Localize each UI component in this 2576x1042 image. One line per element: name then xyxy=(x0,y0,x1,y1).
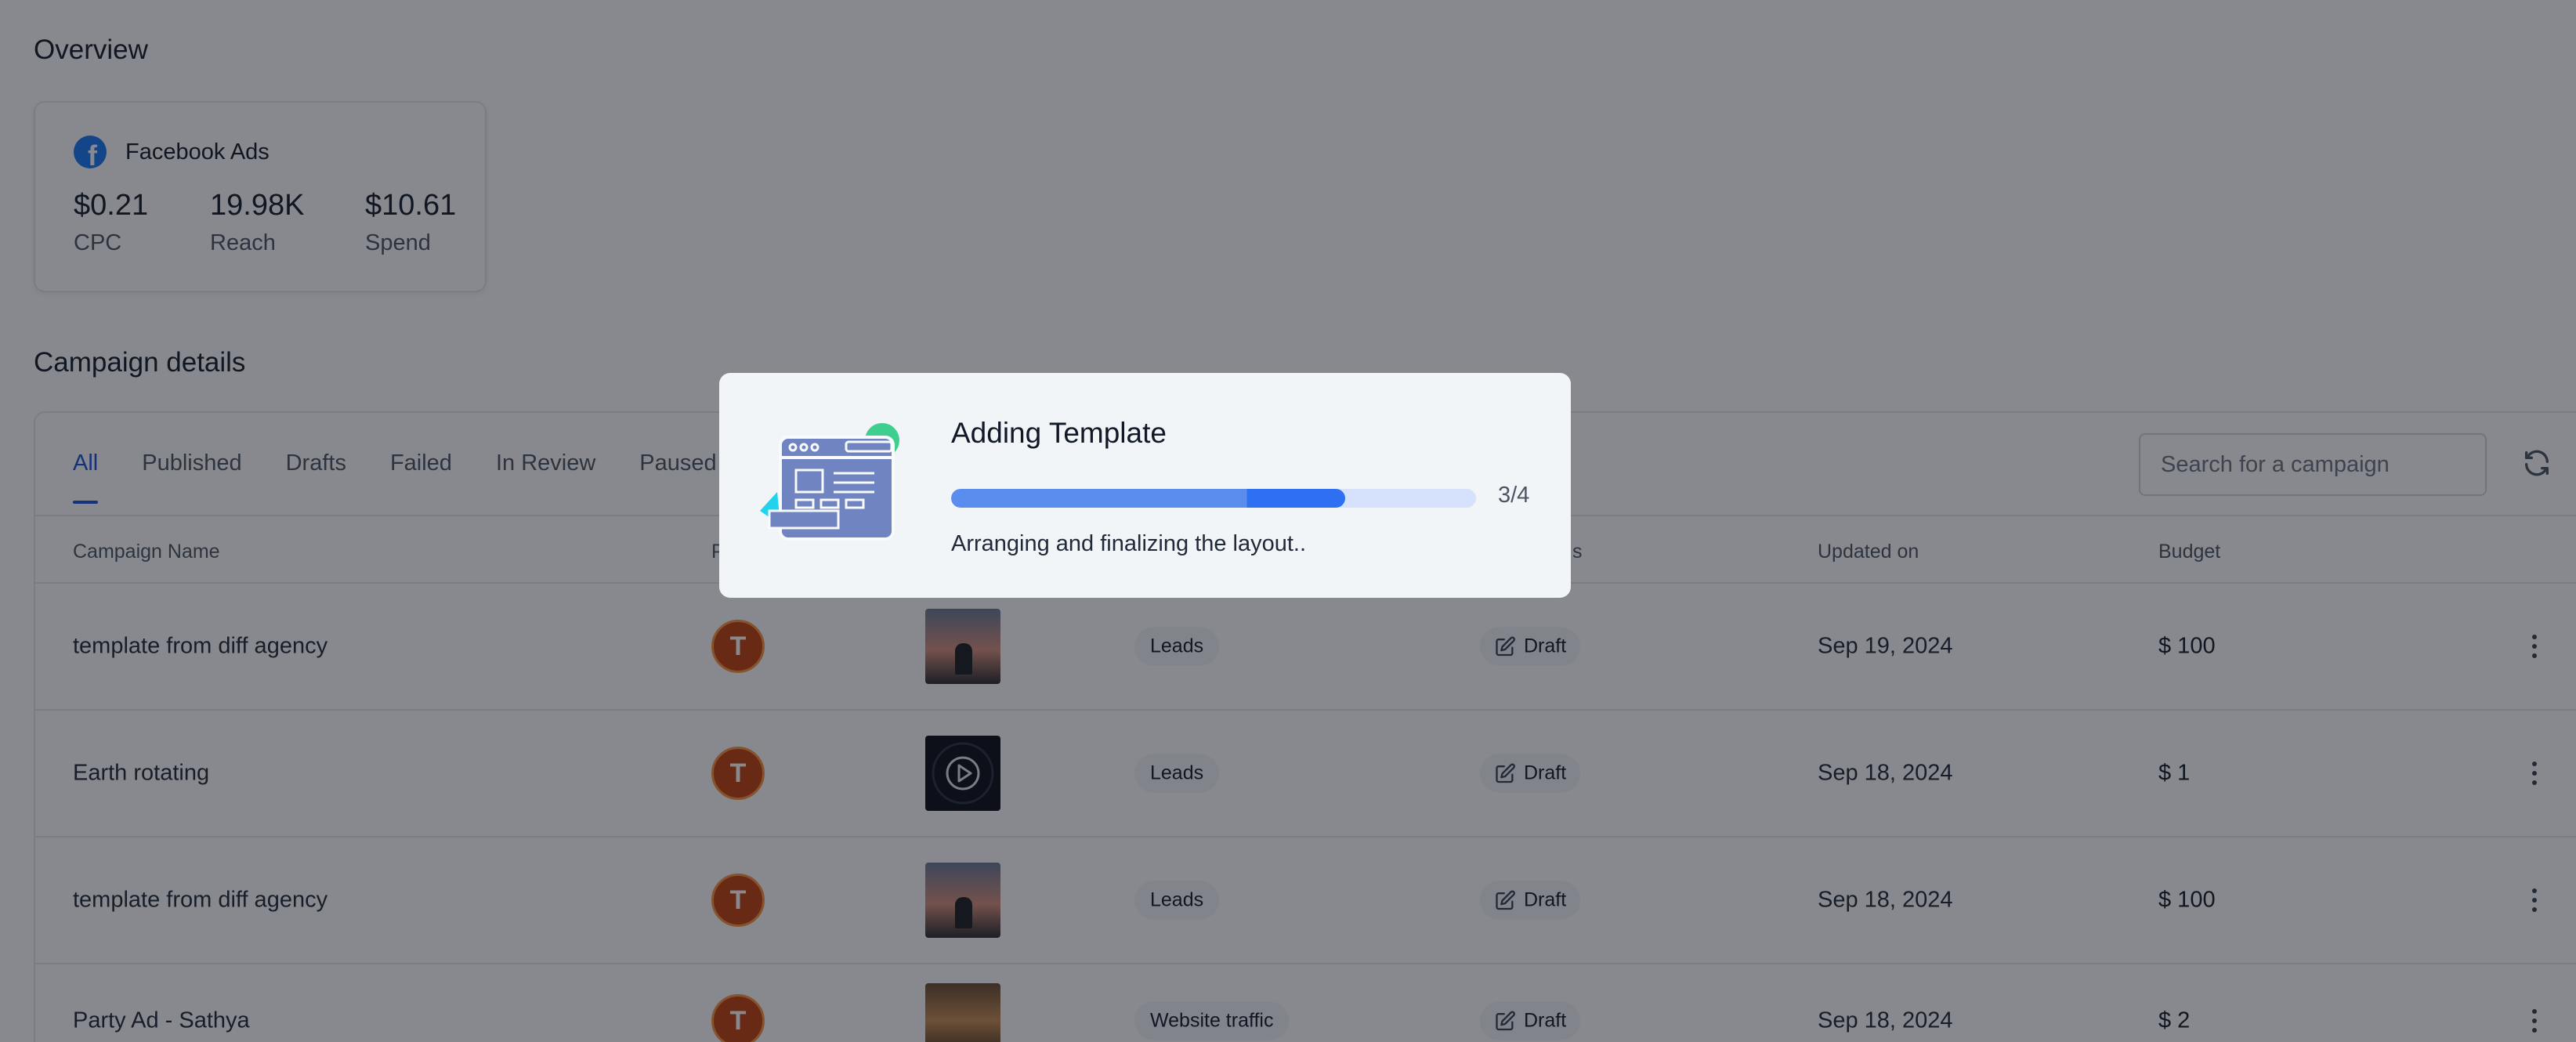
progress-bar xyxy=(951,489,1476,508)
progress-fill xyxy=(951,489,1345,508)
campaigns-page: Overview f Facebook Ads $0.21 CPC 19.98K… xyxy=(0,0,2576,1042)
adding-template-modal: Adding Template 3/4 Arranging and finali… xyxy=(719,373,1571,598)
template-illustration-icon xyxy=(760,423,899,541)
progress-count: 3/4 xyxy=(1498,483,1530,508)
progress-message: Arranging and finalizing the layout.. xyxy=(951,531,1307,556)
modal-title: Adding Template xyxy=(951,417,1167,449)
